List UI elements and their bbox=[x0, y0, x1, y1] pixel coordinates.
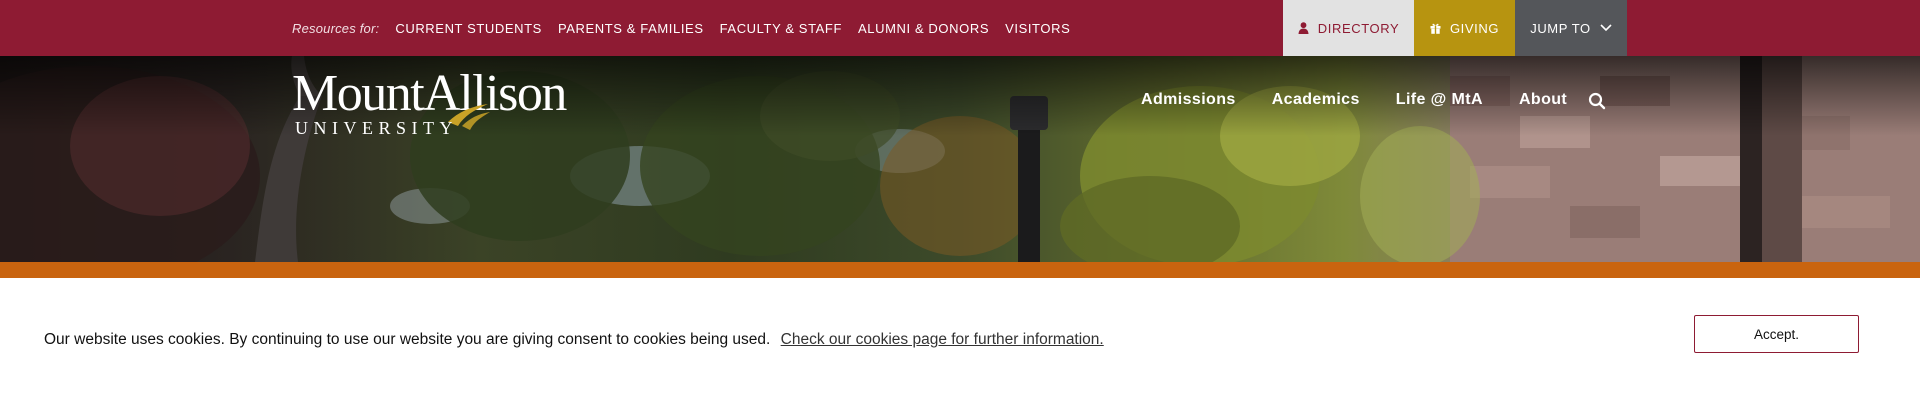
logo-wordmark: MountAllison bbox=[292, 65, 567, 122]
jump-to-button[interactable]: JUMP TO bbox=[1515, 0, 1627, 56]
jump-to-label: JUMP TO bbox=[1530, 20, 1591, 36]
giving-button[interactable]: GIVING bbox=[1414, 0, 1515, 56]
link-current-students[interactable]: CURRENT STUDENTS bbox=[395, 21, 542, 36]
hero-shade bbox=[0, 56, 1920, 136]
cookie-banner: Our website uses cookies. By continuing … bbox=[0, 278, 1920, 400]
chevron-down-icon bbox=[1600, 24, 1612, 32]
cookie-message-text: Our website uses cookies. By continuing … bbox=[44, 331, 771, 348]
nav-admissions[interactable]: Admissions bbox=[1141, 91, 1236, 109]
nav-life-at-mta[interactable]: Life @ MtA bbox=[1396, 91, 1483, 109]
logo-subtitle: UNIVERSITY bbox=[295, 118, 458, 138]
person-icon bbox=[1298, 22, 1309, 34]
search-icon bbox=[1588, 92, 1606, 110]
resources-links: Resources for: CURRENT STUDENTS PARENTS … bbox=[292, 0, 1070, 56]
accent-stripe bbox=[0, 262, 1920, 278]
main-navigation: Admissions Academics Life @ MtA About bbox=[1141, 91, 1567, 109]
utility-bar: Resources for: CURRENT STUDENTS PARENTS … bbox=[0, 0, 1920, 56]
nav-about[interactable]: About bbox=[1519, 91, 1567, 109]
hero-banner: MountAllison UNIVERSITY Admissions Acade… bbox=[0, 56, 1920, 262]
accept-cookies-button[interactable]: Accept. bbox=[1694, 315, 1859, 353]
cookie-policy-link[interactable]: Check our cookies page for further infor… bbox=[781, 331, 1104, 348]
directory-label: DIRECTORY bbox=[1317, 20, 1400, 36]
link-visitors[interactable]: VISITORS bbox=[1005, 21, 1070, 36]
nav-academics[interactable]: Academics bbox=[1272, 91, 1360, 109]
search-button[interactable] bbox=[1588, 92, 1608, 112]
resources-label: Resources for: bbox=[292, 20, 380, 36]
link-faculty-staff[interactable]: FACULTY & STAFF bbox=[720, 21, 842, 36]
giving-label: GIVING bbox=[1449, 20, 1500, 36]
gift-icon bbox=[1430, 23, 1441, 34]
link-alumni-donors[interactable]: ALUMNI & DONORS bbox=[858, 21, 989, 36]
link-parents-families[interactable]: PARENTS & FAMILIES bbox=[558, 21, 704, 36]
university-logo[interactable]: MountAllison UNIVERSITY bbox=[292, 65, 592, 139]
cookie-message: Our website uses cookies. By continuing … bbox=[44, 331, 1104, 349]
directory-button[interactable]: DIRECTORY bbox=[1283, 0, 1414, 56]
